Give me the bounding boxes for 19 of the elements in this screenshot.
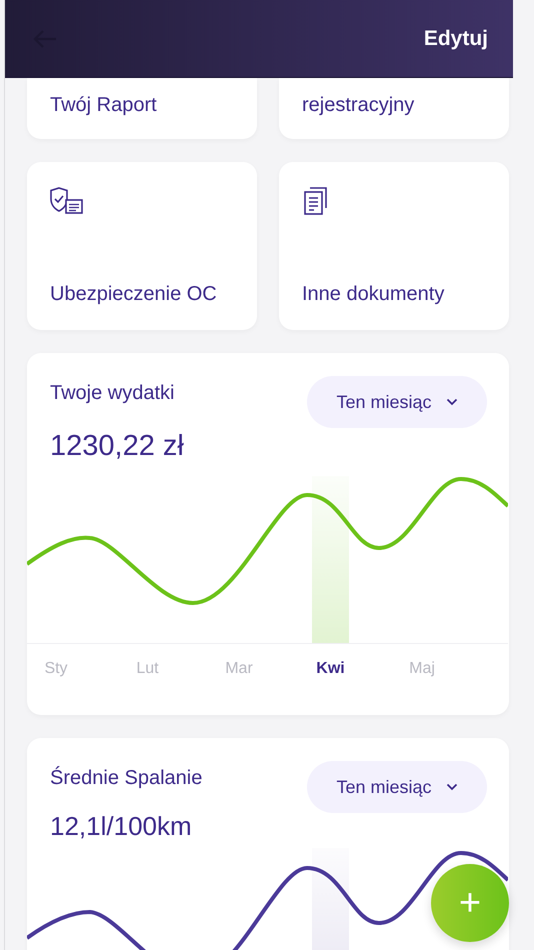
tile-label: rejestracyjny	[302, 93, 416, 118]
card-title: Twoje wydatki	[50, 381, 176, 406]
document-tile[interactable]: Twój Raport	[27, 78, 257, 139]
amount-text: 1230,22 zł	[50, 429, 184, 464]
shield-document-icon	[49, 186, 85, 216]
chevron-down-icon	[446, 398, 458, 406]
edit-button[interactable]: Edytuj	[424, 26, 488, 50]
document-tile[interactable]: rejestracyjny	[279, 78, 509, 139]
tile-label: Inne dokumenty	[302, 282, 446, 307]
document-tile[interactable]: Ubezpieczenie OC	[27, 162, 257, 330]
period-dropdown[interactable]: Ten miesiąc	[307, 761, 487, 813]
period-dropdown[interactable]: Ten miesiąc	[307, 376, 487, 428]
tile-label: Twój Raport	[50, 93, 158, 118]
document-tile[interactable]: Inne dokumenty	[279, 162, 509, 330]
amount-text: 12,1l/100km	[50, 810, 193, 843]
tile-label: Ubezpieczenie OC	[50, 282, 218, 307]
chevron-down-icon	[446, 783, 458, 791]
month-label[interactable]: Kwi	[312, 660, 350, 678]
card-title: Średnie Spalanie	[50, 765, 202, 791]
